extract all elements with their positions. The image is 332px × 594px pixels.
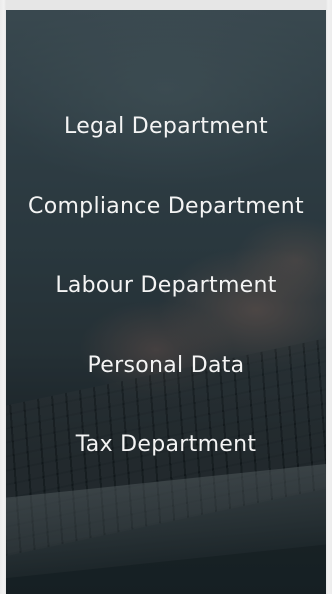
menu-item-compliance-department[interactable]: Compliance Department <box>6 192 326 222</box>
menu-item-tax-department[interactable]: Tax Department <box>6 430 326 460</box>
background-overlay <box>6 10 326 594</box>
menu-panel: Legal Department Compliance Department L… <box>6 10 326 594</box>
menu-item-labour-department[interactable]: Labour Department <box>6 271 326 301</box>
menu-item-personal-data[interactable]: Personal Data <box>6 351 326 381</box>
menu-item-legal-department[interactable]: Legal Department <box>6 112 326 142</box>
page-frame: Legal Department Compliance Department L… <box>0 0 332 594</box>
